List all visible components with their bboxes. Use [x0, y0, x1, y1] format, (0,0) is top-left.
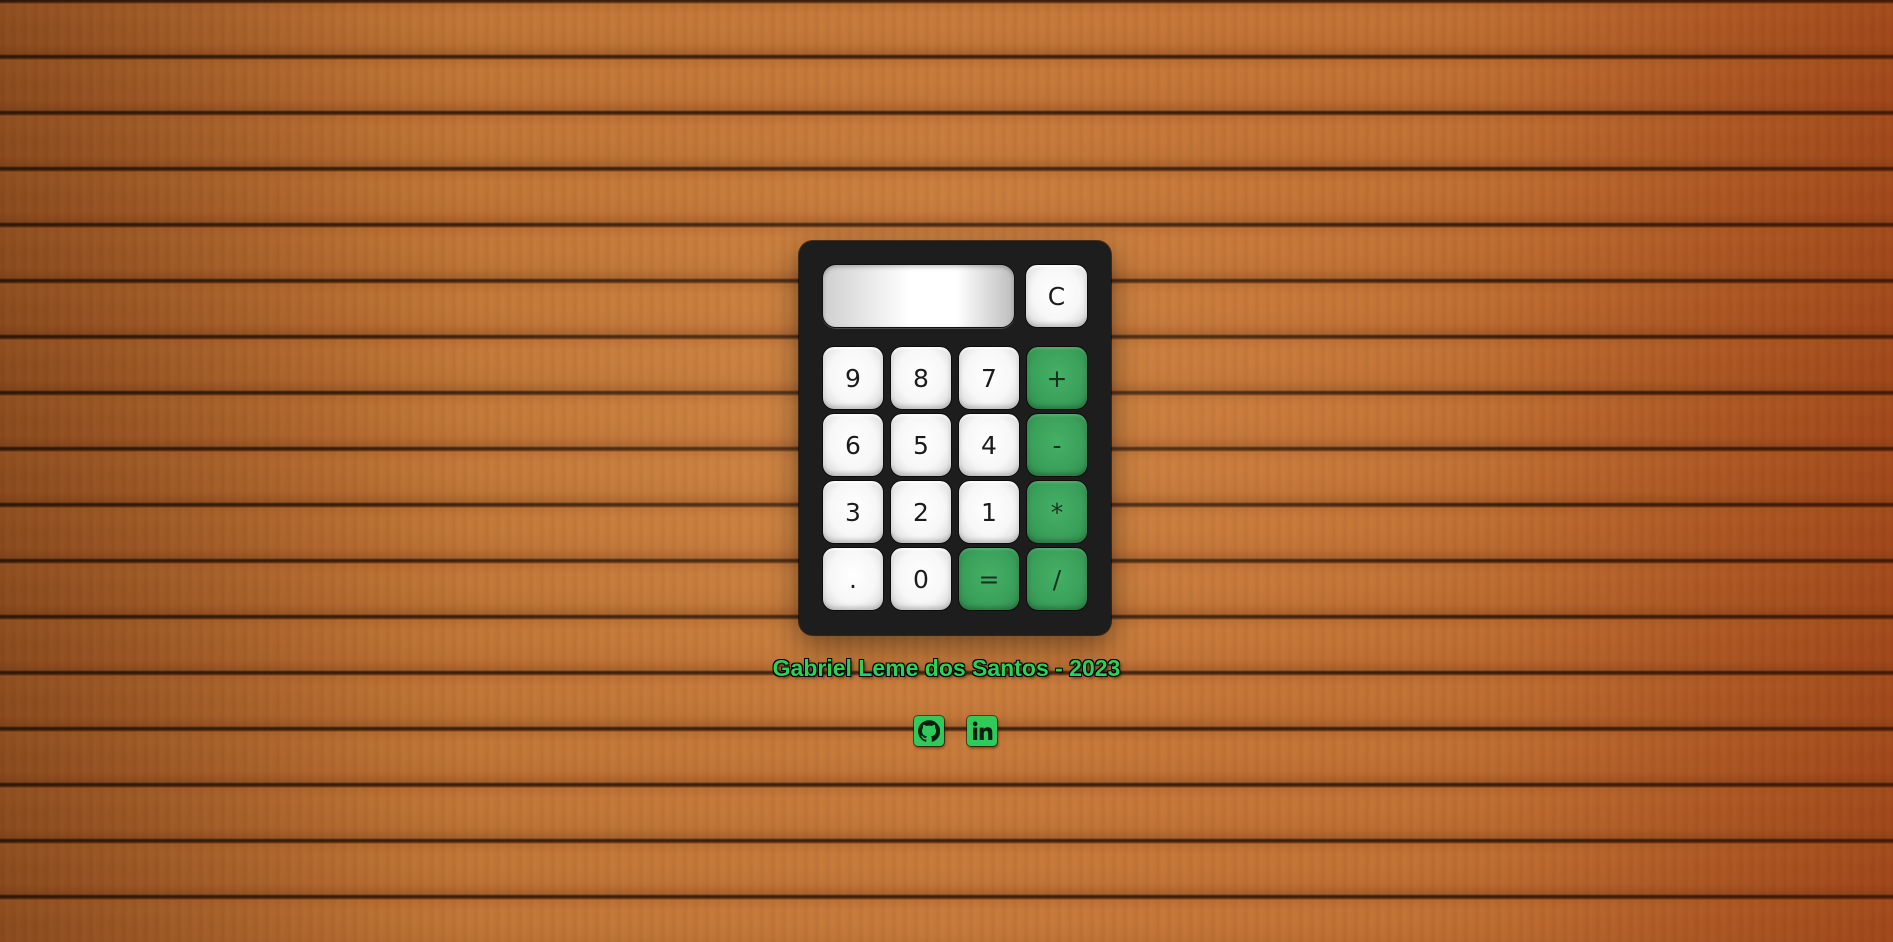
- key-equals[interactable]: =: [958, 547, 1020, 611]
- github-link[interactable]: [914, 716, 944, 746]
- key-4[interactable]: 4: [958, 413, 1020, 477]
- key-1[interactable]: 1: [958, 480, 1020, 544]
- key-5[interactable]: 5: [890, 413, 952, 477]
- author-credit: Gabriel Leme dos Santos - 2023: [772, 655, 1121, 681]
- key-dot[interactable]: .: [822, 547, 884, 611]
- key-2[interactable]: 2: [890, 480, 952, 544]
- key-7[interactable]: 7: [958, 346, 1020, 410]
- key-divide[interactable]: /: [1026, 547, 1088, 611]
- key-6[interactable]: 6: [822, 413, 884, 477]
- key-multiply[interactable]: *: [1026, 480, 1088, 544]
- key-minus[interactable]: -: [1026, 413, 1088, 477]
- key-0[interactable]: 0: [890, 547, 952, 611]
- key-8[interactable]: 8: [890, 346, 952, 410]
- calculator: C 9 8 7 + 6 5 4 - 3 2 1 * . 0 = /: [799, 241, 1111, 635]
- linkedin-link[interactable]: [967, 716, 997, 746]
- calculator-display: [822, 264, 1015, 328]
- clear-button[interactable]: C: [1025, 264, 1088, 328]
- key-9[interactable]: 9: [822, 346, 884, 410]
- key-plus[interactable]: +: [1026, 346, 1088, 410]
- linkedin-icon: [972, 721, 993, 740]
- github-icon: [918, 720, 940, 742]
- key-3[interactable]: 3: [822, 480, 884, 544]
